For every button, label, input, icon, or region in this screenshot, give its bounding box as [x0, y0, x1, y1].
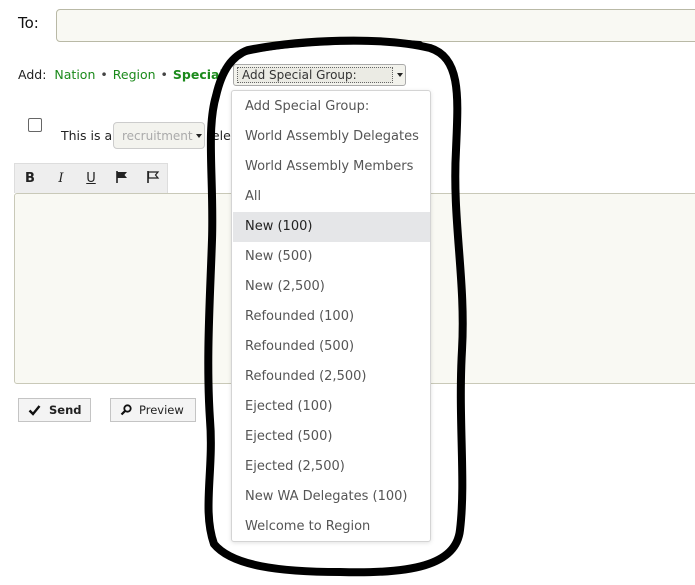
separator: •: [100, 67, 108, 82]
special-group-select[interactable]: Add Special Group:: [233, 64, 406, 86]
to-label: To:: [18, 14, 39, 32]
dropdown-option[interactable]: Add Special Group:: [233, 92, 430, 122]
formatting-toolbar: B I U: [14, 163, 168, 193]
special-group-select-value: Add Special Group:: [237, 67, 393, 83]
flag-button[interactable]: [111, 170, 133, 188]
checkmark-icon: [28, 405, 41, 416]
flag-outline-button[interactable]: [142, 170, 164, 188]
add-nation-link[interactable]: Nation: [54, 67, 95, 82]
dropdown-option[interactable]: Refounded (500): [233, 332, 430, 362]
telegram-type-select[interactable]: recruitment: [113, 122, 205, 149]
dropdown-option[interactable]: Refounded (100): [233, 302, 430, 332]
add-region-link[interactable]: Region: [113, 67, 156, 82]
dropdown-option[interactable]: Ejected (500): [233, 422, 430, 452]
add-label: Add:: [18, 67, 47, 82]
telegram-type-suffix: tele: [207, 128, 231, 143]
dropdown-option[interactable]: Ejected (100): [233, 392, 430, 422]
dropdown-option[interactable]: New WA Delegates (100): [233, 482, 430, 512]
separator: •: [160, 67, 168, 82]
italic-button[interactable]: I: [50, 170, 72, 188]
preview-button[interactable]: Preview: [110, 398, 196, 422]
dropdown-option[interactable]: All: [233, 182, 430, 212]
send-label: Send: [49, 403, 82, 417]
special-group-dropdown-list: Add Special Group: World Assembly Delegat…: [231, 90, 431, 542]
dropdown-option[interactable]: New (2,500): [233, 272, 430, 302]
magnifier-icon: [120, 404, 132, 416]
preview-label: Preview: [139, 403, 184, 417]
flag-outline-icon: [147, 171, 160, 183]
chevron-down-icon: [196, 134, 202, 138]
bold-button[interactable]: B: [19, 170, 41, 188]
add-special-link[interactable]: Special: [173, 67, 224, 82]
send-button[interactable]: Send: [18, 398, 91, 422]
add-recipients-row: Add: Nation • Region • Special: [18, 67, 224, 82]
telegram-type-prefix: This is a: [61, 128, 113, 143]
dropdown-option[interactable]: World Assembly Members: [233, 152, 430, 182]
dropdown-option[interactable]: World Assembly Delegates: [233, 122, 430, 152]
underline-button[interactable]: U: [80, 170, 102, 188]
dropdown-option[interactable]: New (500): [233, 242, 430, 272]
telegram-type-value: recruitment: [122, 129, 193, 143]
dropdown-option[interactable]: Ejected (2,500): [233, 452, 430, 482]
chevron-down-icon: [397, 73, 403, 77]
telegram-type-checkbox[interactable]: [28, 118, 42, 132]
dropdown-option[interactable]: Welcome to Region: [233, 512, 430, 542]
dropdown-option[interactable]: New (100): [233, 212, 430, 242]
flag-filled-icon: [116, 171, 127, 183]
dropdown-option[interactable]: Refounded (2,500): [233, 362, 430, 392]
recipient-input[interactable]: [56, 9, 695, 42]
